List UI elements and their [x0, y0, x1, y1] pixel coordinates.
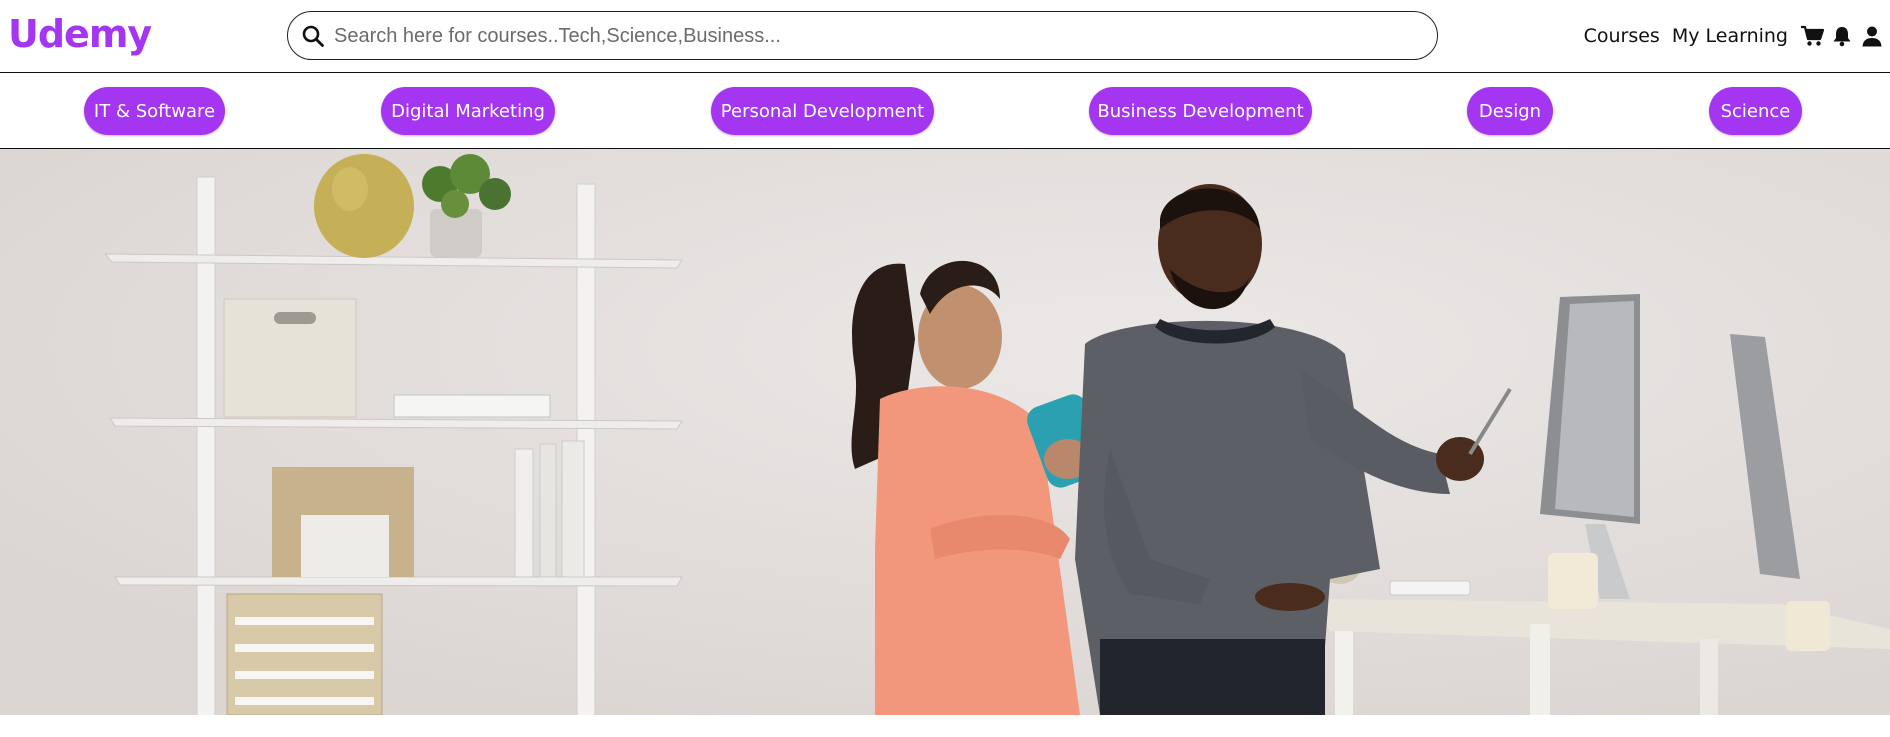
category-science[interactable]: Science	[1709, 87, 1802, 135]
search-icon[interactable]	[301, 24, 325, 48]
category-business-development[interactable]: Business Development	[1089, 87, 1312, 135]
category-design[interactable]: Design	[1467, 87, 1553, 135]
bell-icon[interactable]	[1830, 25, 1854, 47]
hero-image	[0, 149, 1890, 715]
category-personal-development[interactable]: Personal Development	[711, 87, 934, 135]
courses-link[interactable]: Courses	[1584, 25, 1660, 47]
hero-banner	[0, 149, 1890, 715]
category-bar: IT & Software Digital Marketing Personal…	[0, 73, 1890, 149]
category-it-software[interactable]: IT & Software	[84, 87, 225, 135]
cart-icon[interactable]	[1800, 25, 1824, 47]
search-input[interactable]	[332, 20, 1416, 52]
user-icon[interactable]	[1860, 25, 1884, 47]
top-navbar: Udemy Courses My Learning	[0, 0, 1890, 73]
header-actions: Courses My Learning	[1584, 20, 1890, 52]
udemy-logo[interactable]: Udemy	[8, 12, 152, 56]
my-learning-link[interactable]: My Learning	[1672, 25, 1788, 47]
category-digital-marketing[interactable]: Digital Marketing	[381, 87, 555, 135]
search-bar[interactable]	[287, 11, 1438, 60]
